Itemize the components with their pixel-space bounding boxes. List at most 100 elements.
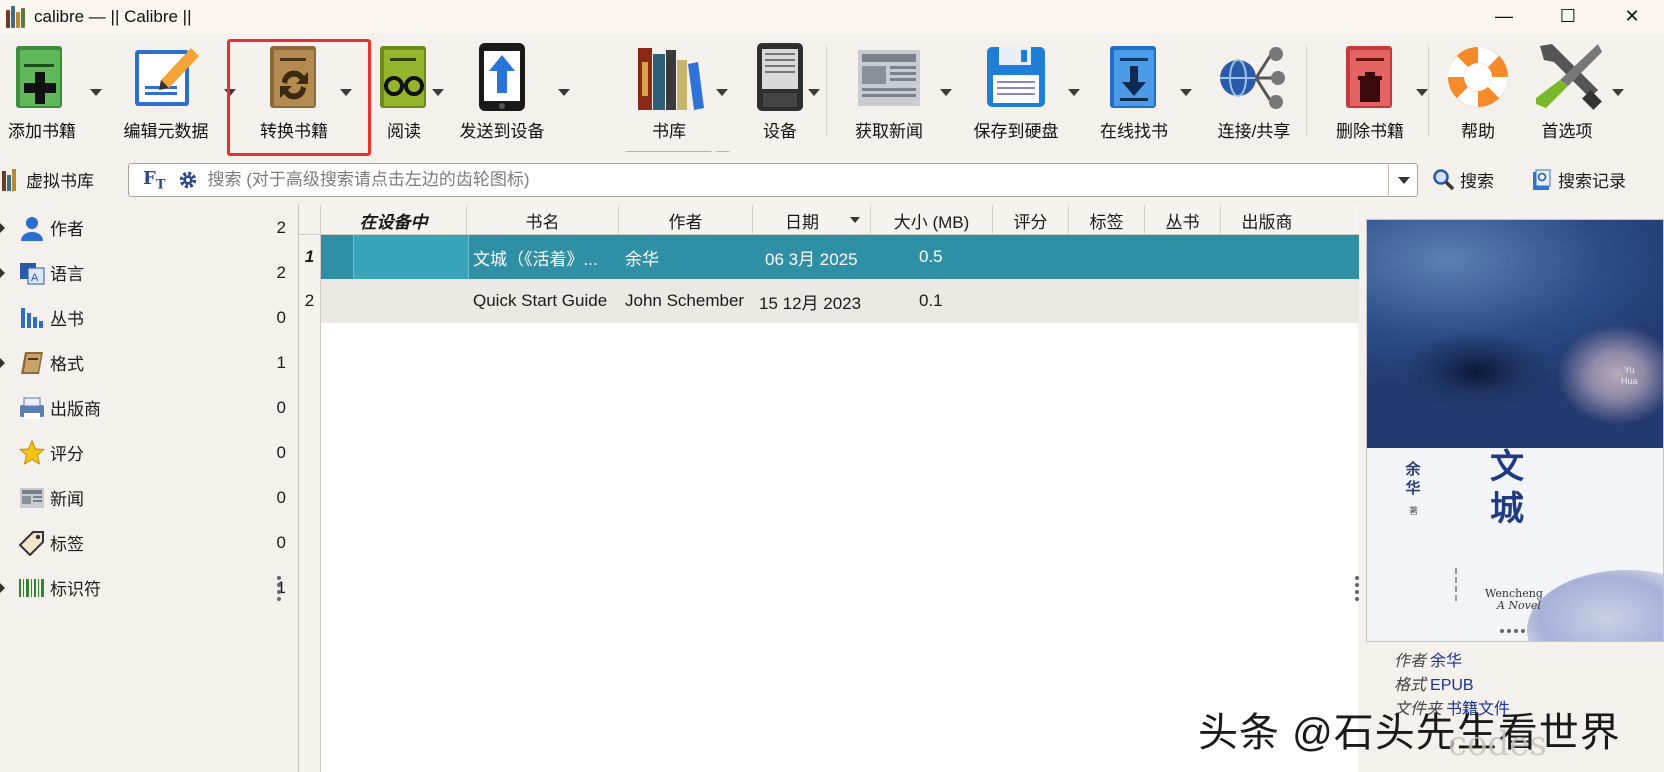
fetch-news-label: 获取新闻 bbox=[855, 122, 923, 141]
search-history-dropdown[interactable] bbox=[1388, 163, 1418, 197]
full-text-search-icon[interactable]: FT bbox=[143, 168, 165, 193]
row-header-gutter bbox=[299, 323, 321, 772]
device-icon bbox=[742, 39, 818, 115]
cover-decoration bbox=[1527, 570, 1663, 641]
remove-books-icon bbox=[1332, 39, 1408, 115]
preferences-dropdown[interactable] bbox=[1612, 89, 1624, 96]
tag-count: 2 bbox=[276, 262, 286, 282]
table-header: 在设备中 书名 作者 日期 大小 (MB) 评分 标签 丛书 出版商 bbox=[299, 205, 1359, 235]
minimize-button[interactable]: — bbox=[1472, 0, 1536, 33]
tag-count: 0 bbox=[276, 532, 286, 552]
tag-count: 0 bbox=[276, 487, 286, 507]
saved-searches-button[interactable]: 搜索记录 bbox=[1530, 167, 1626, 192]
minimize-icon: — bbox=[1495, 6, 1513, 26]
column-header-date[interactable]: 日期 bbox=[753, 205, 871, 235]
right-splitter-handle[interactable] bbox=[1355, 576, 1359, 601]
detail-author-link[interactable]: 余华 bbox=[1430, 653, 1462, 670]
remove-books-dropdown[interactable] bbox=[1416, 89, 1428, 96]
library-button[interactable]: 书库 bbox=[626, 39, 712, 147]
column-header-publisher[interactable]: 出版商 bbox=[1221, 205, 1313, 235]
column-header-tags[interactable]: 标签 bbox=[1069, 205, 1145, 235]
tag-category-languages[interactable]: A 语言 2 bbox=[0, 250, 290, 295]
save-to-disk-button[interactable]: 保存到硬盘 bbox=[966, 39, 1066, 147]
fetch-news-button[interactable]: 获取新闻 bbox=[844, 39, 934, 147]
virtual-library-button[interactable]: 虚拟书库 bbox=[2, 167, 94, 192]
fetch-news-dropdown[interactable] bbox=[940, 89, 952, 96]
tag-category-series[interactable]: 丛书 0 bbox=[0, 295, 290, 340]
tag-category-identifiers[interactable]: 标识符 1 bbox=[0, 565, 290, 610]
get-books-dropdown[interactable] bbox=[1180, 89, 1192, 96]
watermark-sub: codes bbox=[1448, 724, 1547, 764]
edit-metadata-icon bbox=[128, 39, 204, 115]
get-books-icon bbox=[1096, 39, 1172, 115]
cover-title-en: Wencheng A Novel bbox=[1485, 587, 1543, 612]
tag-name: 语言 bbox=[50, 265, 84, 284]
read-label: 阅读 bbox=[387, 122, 421, 141]
send-to-device-button[interactable]: 发送到设备 bbox=[452, 39, 552, 147]
detail-format-row: 格式 EPUB bbox=[1394, 671, 1474, 695]
column-header-series[interactable]: 丛书 bbox=[1145, 205, 1221, 235]
row-number-header bbox=[299, 205, 321, 235]
expand-arrow-icon[interactable] bbox=[0, 267, 5, 278]
close-button[interactable]: ✕ bbox=[1600, 0, 1664, 33]
maximize-button[interactable]: ☐ bbox=[1536, 0, 1600, 33]
tag-category-publisher[interactable]: 出版商 0 bbox=[0, 385, 290, 430]
gear-icon[interactable] bbox=[177, 169, 199, 191]
tag-category-tags[interactable]: 标签 0 bbox=[0, 520, 290, 565]
convert-highlight-annotation bbox=[227, 39, 371, 156]
search-input[interactable] bbox=[207, 170, 1417, 190]
column-header-author[interactable]: 作者 bbox=[619, 205, 753, 235]
details-splitter-handle[interactable] bbox=[1500, 629, 1525, 633]
tag-category-rating[interactable]: 评分 0 bbox=[0, 430, 290, 475]
tag-count: 1 bbox=[276, 352, 286, 372]
tag-category-formats[interactable]: 格式 1 bbox=[0, 340, 290, 385]
authors-icon bbox=[18, 214, 46, 242]
search-box: FT bbox=[128, 163, 1418, 197]
save-to-disk-label: 保存到硬盘 bbox=[973, 122, 1059, 141]
size-cell: 0.5 bbox=[919, 247, 943, 266]
title-bar: calibre — || Calibre || — ☐ ✕ bbox=[0, 0, 1664, 33]
read-dropdown[interactable] bbox=[432, 89, 444, 96]
column-header-title[interactable]: 书名 bbox=[467, 205, 619, 235]
save-to-disk-dropdown[interactable] bbox=[1068, 89, 1080, 96]
remove-books-button[interactable]: 删除书籍 bbox=[1326, 39, 1414, 147]
help-button[interactable]: 帮助 bbox=[1440, 39, 1516, 147]
column-header-size[interactable]: 大小 (MB) bbox=[871, 205, 993, 235]
get-books-button[interactable]: 在线找书 bbox=[1090, 39, 1178, 147]
table-row[interactable]: 1 文城（《活着》... 余华 06 3月 2025 0.5 bbox=[299, 235, 1359, 279]
add-books-button[interactable]: 添加书籍 bbox=[2, 39, 82, 147]
preferences-button[interactable]: 首选项 bbox=[1524, 39, 1610, 147]
chevron-down-icon bbox=[1397, 176, 1410, 184]
calibre-app-icon bbox=[6, 5, 28, 28]
date-cell: 15 12月 2023 bbox=[759, 293, 862, 313]
add-books-dropdown[interactable] bbox=[90, 89, 102, 96]
get-books-label: 在线找书 bbox=[1100, 122, 1168, 141]
expand-arrow-icon[interactable] bbox=[0, 582, 5, 593]
detail-format-link[interactable]: EPUB bbox=[1430, 677, 1474, 694]
library-dropdown-arrow[interactable] bbox=[716, 89, 728, 96]
edit-metadata-button[interactable]: 编辑元数据 bbox=[116, 39, 216, 147]
tag-category-news[interactable]: 新闻 0 bbox=[0, 475, 290, 520]
window-title: calibre — || Calibre || bbox=[34, 6, 192, 26]
book-cover-image[interactable]: Yu Hua 余华 著 文城 Wencheng A Novel bbox=[1366, 219, 1664, 642]
search-button[interactable]: 搜索 bbox=[1432, 167, 1494, 192]
expand-arrow-icon[interactable] bbox=[0, 222, 5, 233]
size-cell: 0.1 bbox=[919, 291, 943, 310]
tag-category-authors[interactable]: 作者 2 bbox=[0, 205, 290, 250]
remove-books-label: 删除书籍 bbox=[1336, 122, 1404, 141]
send-to-device-dropdown[interactable] bbox=[558, 89, 570, 96]
expand-arrow-icon[interactable] bbox=[0, 357, 5, 368]
row-number: 1 bbox=[299, 235, 321, 279]
device-dropdown[interactable] bbox=[808, 89, 820, 96]
saved-search-icon bbox=[1533, 169, 1551, 190]
connect-share-button[interactable]: 连接/共享 bbox=[1204, 39, 1304, 147]
column-header-rating[interactable]: 评分 bbox=[993, 205, 1069, 235]
search-bar-row: 虚拟书库 FT 搜索 搜索记录 bbox=[0, 157, 1664, 205]
column-header-on-device[interactable]: 在设备中 bbox=[321, 205, 467, 235]
toolbar-separator bbox=[1428, 45, 1429, 137]
svg-text:A: A bbox=[31, 272, 39, 284]
languages-icon: A bbox=[18, 259, 46, 287]
tag-name: 作者 bbox=[50, 220, 84, 239]
table-row[interactable]: 2 Quick Start Guide John Schember 15 12月… bbox=[299, 279, 1359, 323]
left-splitter-handle[interactable] bbox=[277, 576, 281, 601]
